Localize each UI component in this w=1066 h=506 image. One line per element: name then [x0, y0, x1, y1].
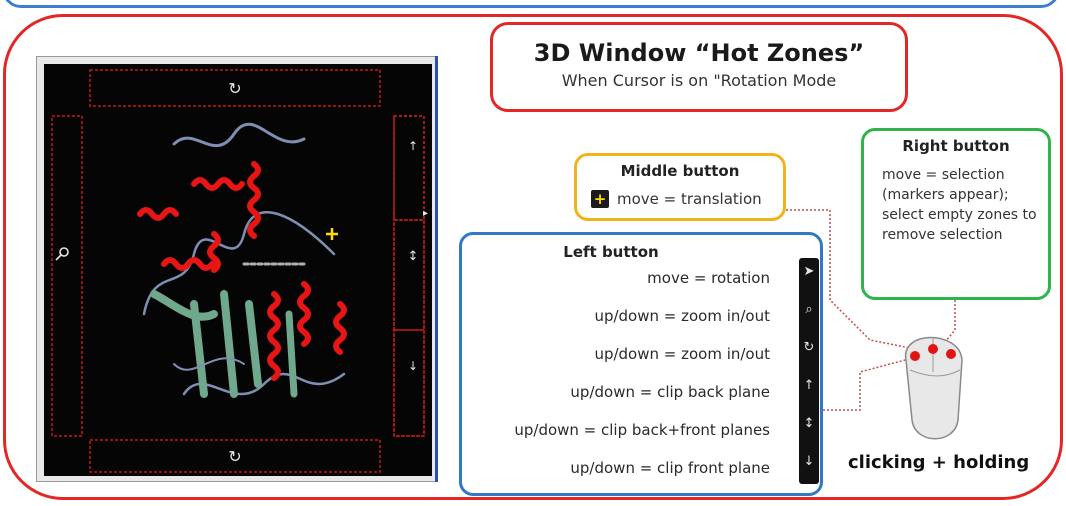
mouse-icon — [905, 336, 963, 440]
left-click-marker — [910, 351, 920, 361]
connector-lines — [786, 209, 963, 440]
right-click-marker — [946, 349, 956, 359]
left-connector — [823, 359, 906, 411]
caption: clicking + holding — [848, 452, 1030, 473]
middle-connector — [786, 209, 921, 351]
middle-click-marker — [928, 344, 938, 354]
